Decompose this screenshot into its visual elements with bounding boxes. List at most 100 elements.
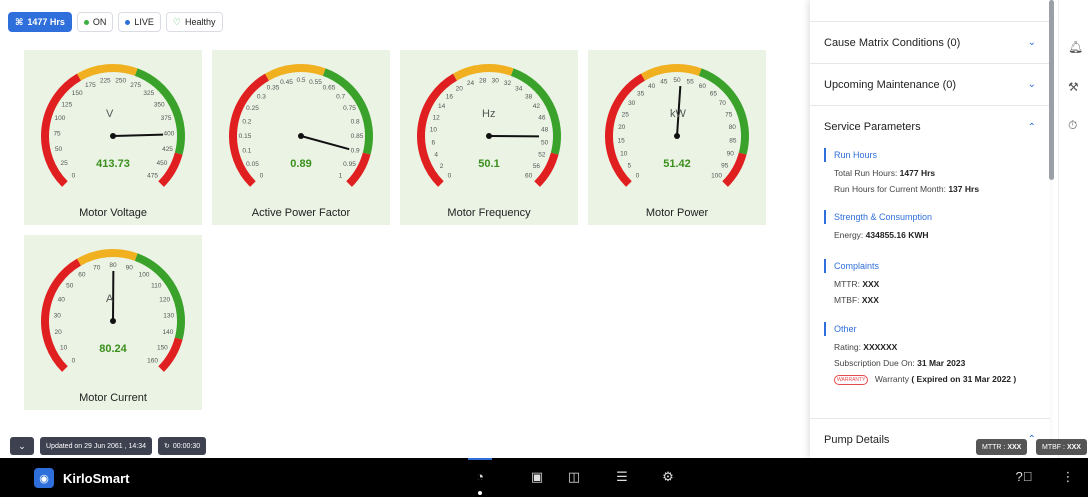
gauge-motor-voltage: 0 25 50 75 100 125 150 175 225 250 275 325 350 375 400… xyxy=(24,50,202,225)
wrench-icon[interactable]: ⚒ xyxy=(1068,80,1079,94)
gauge-tick-label: 0.85 xyxy=(351,133,364,140)
gauge-tick-label: 50 xyxy=(55,146,63,153)
mttr-chip: MTTR : XXX xyxy=(976,439,1028,455)
gauge-tick-label: 140 xyxy=(162,329,173,336)
hours-icon: ⌘ xyxy=(15,16,24,27)
gauge-tick-label: 24 xyxy=(467,80,475,87)
gauge-title: Motor Voltage xyxy=(79,207,147,219)
gauge-tick-label: 0.65 xyxy=(323,85,336,92)
panel-scrollbar[interactable] xyxy=(1049,0,1054,180)
accordion-label: Pump Details xyxy=(824,433,890,446)
section-strength-consumption: Strength & Consumption Energy: 434855.16… xyxy=(824,210,1039,240)
accordion-upcoming-maintenance[interactable]: Upcoming Maintenance (0) ⌄ xyxy=(810,64,1050,106)
section-line: MTTR: XXX xyxy=(824,279,1039,289)
more-icon[interactable]: ⋮ xyxy=(1059,469,1077,485)
gauge-tick-label: 0 xyxy=(448,173,452,180)
gauge-tick-label: 400 xyxy=(164,130,175,137)
gauge-unit: kW xyxy=(670,108,686,120)
live-label: LIVE xyxy=(134,17,154,27)
line-key: MTTR: xyxy=(834,279,863,289)
gauge-motor-current: 0 10 20 30 40 50 60 70 80 90 100 110 120 130 140 150 160… xyxy=(24,235,202,410)
gauge-tick-label: 10 xyxy=(430,127,438,134)
warranty-line: WARRANTY Warranty ( Expired on 31 Mar 20… xyxy=(824,374,1039,385)
section-line: Subscription Due On: 31 Mar 2023 xyxy=(824,358,1039,368)
gauge-value: 50.1 xyxy=(478,158,500,170)
gauge-title: Active Power Factor xyxy=(251,207,351,219)
run-hours-chip: ⌘ 1477 Hrs xyxy=(8,12,72,32)
gauge-tick-label: 28 xyxy=(479,77,487,84)
gauge-tick-label: 15 xyxy=(618,137,626,144)
gauge-title: Motor Power xyxy=(645,207,709,219)
gauge-tick-label: 16 xyxy=(446,93,454,100)
gauge-tick-label: 225 xyxy=(100,78,111,85)
gauge-dial: 0255075100125150175225 250275325350375400… xyxy=(41,64,185,187)
gauge-tick-label: 80 xyxy=(729,124,737,131)
gauge-tick-label: 45 xyxy=(660,79,668,86)
chart-icon[interactable]: ◫ xyxy=(565,469,583,485)
gauge-tick-label: 120 xyxy=(159,297,170,304)
gauge-tick-label: 35 xyxy=(637,90,645,97)
accordion-label: Service Parameters xyxy=(824,121,921,133)
gauge-value: 0.89 xyxy=(290,158,312,170)
mttr-label: MTTR : xyxy=(982,443,1006,451)
chevron-up-icon: ⌃ xyxy=(1027,434,1036,445)
bottom-tools: ⌄ Updated on 29 Jun 2061 , 14:34 ↻ 00:00… xyxy=(10,437,207,455)
gauge-tick-label: 100 xyxy=(54,115,65,122)
gauge-tick-label: 10 xyxy=(620,150,628,157)
gauge-tick-label: 90 xyxy=(126,264,134,271)
gauge-band xyxy=(134,68,185,155)
help-icon[interactable]: ?⃝ xyxy=(1015,469,1033,484)
gauge-tick-label: 60 xyxy=(525,173,533,180)
speedometer-icon[interactable]: ◔ xyxy=(468,458,492,484)
gauge-tick-label: 0.35 xyxy=(267,85,280,92)
section-other: Other Rating: XXXXXX Subscription Due On… xyxy=(824,322,1039,385)
gauge-tick-label: 80 xyxy=(109,262,117,269)
timer-icon[interactable]: ⏱ xyxy=(1068,118,1077,133)
list-icon[interactable]: ☰ xyxy=(613,469,631,485)
gauge-tick-label: 250 xyxy=(115,78,126,85)
gauge-band xyxy=(77,64,138,81)
image-icon[interactable]: ▣ xyxy=(528,469,546,485)
gauge-tick-label: 325 xyxy=(143,90,154,97)
gauge-tick-label: 350 xyxy=(154,101,165,108)
gauge-tick-label: 90 xyxy=(727,150,735,157)
brand[interactable]: ◉ KirloSmart xyxy=(34,468,129,488)
gauge-unit: V xyxy=(106,108,114,120)
gauge-tick-label: 0.8 xyxy=(351,119,360,126)
gauge-needle xyxy=(300,135,350,151)
settings-icon[interactable]: ⚙ xyxy=(659,469,677,485)
collapse-button[interactable]: ⌄ xyxy=(10,437,34,455)
gauge-value: 413.73 xyxy=(96,158,130,170)
refresh-timer-button[interactable]: ↻ 00:00:30 xyxy=(158,437,207,455)
warranty-status: ( Expired on 31 Mar 2022 ) xyxy=(911,374,1017,384)
gauge-tick-label: 125 xyxy=(61,101,72,108)
gauge-band xyxy=(641,64,702,81)
gauge-tick-label: 75 xyxy=(725,112,733,119)
kirlosmart-logo-icon: ◉ xyxy=(34,468,54,488)
line-value: 137 Hrs xyxy=(948,184,980,194)
gauge-tick-label: 65 xyxy=(710,90,718,97)
gauge-hub xyxy=(298,133,304,139)
accordion-cause-matrix[interactable]: Cause Matrix Conditions (0) ⌄ xyxy=(810,22,1050,64)
section-title: Strength & Consumption xyxy=(824,210,1039,224)
section-title: Other xyxy=(824,322,1039,336)
gauge-active-power-factor: 0 0.05 0.1 0.15 0.2 0.25 0.3 0.35 0.45 0.5 0.55 0.6… xyxy=(212,50,390,225)
live-dot-icon xyxy=(125,19,131,25)
gauge-tick-label: 50 xyxy=(541,139,549,146)
gauge-tick-label: 150 xyxy=(72,90,83,97)
gauge-tick-label: 0.5 xyxy=(296,77,305,84)
mtbf-label: MTBF : xyxy=(1042,443,1065,451)
gauge-tick-label: 60 xyxy=(699,83,707,90)
gauge-tick-label: 46 xyxy=(538,115,546,122)
bell-icon[interactable]: 🔔︎ xyxy=(1068,40,1083,54)
gauge-tick-label: 375 xyxy=(161,115,172,122)
gauge-tick-label: 30 xyxy=(54,313,62,320)
accordion-service-parameters[interactable]: Service Parameters ⌃ xyxy=(810,106,1050,148)
brand-name: KirloSmart xyxy=(63,470,130,486)
line-value: 434855.16 KWH xyxy=(865,230,929,240)
gauge-tick-label: 34 xyxy=(515,86,523,93)
details-panel: Cause Matrix Conditions (0) ⌄ Upcoming M… xyxy=(810,0,1050,458)
gauge-tick-label: 0.9 xyxy=(351,147,360,154)
warranty-label: Warranty xyxy=(874,374,909,384)
gauge-tick-label: 160 xyxy=(147,358,158,365)
